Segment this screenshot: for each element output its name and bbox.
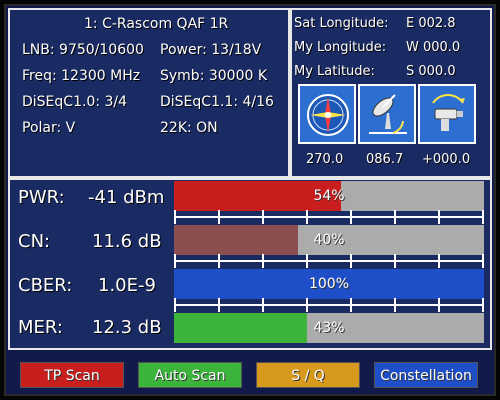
scale-tick xyxy=(306,298,308,312)
cber-value: 1.0E-9 xyxy=(98,275,156,296)
compass-icon xyxy=(298,84,356,144)
symbol-rate-info: Symb: 30000 K xyxy=(160,68,268,84)
scale-tick xyxy=(174,298,176,312)
frequency-info: Freq: 12300 MHz xyxy=(22,68,141,84)
mer-percent: 43% xyxy=(313,320,345,336)
cber-scale xyxy=(174,298,484,312)
diseqc10-info: DiSEqC1.0: 3/4 xyxy=(22,94,128,110)
mer-bar: 43% xyxy=(174,313,484,343)
my-latitude-value: S 000.0 xyxy=(406,64,456,79)
scale-tick xyxy=(306,210,308,224)
elevation-value: 086.7 xyxy=(366,152,404,167)
my-longitude-value: W 000.0 xyxy=(406,40,461,55)
pwr-percent: 54% xyxy=(313,188,345,204)
mer-label: MER: xyxy=(18,317,63,338)
scale-tick xyxy=(394,298,396,312)
scale-tick xyxy=(262,210,264,224)
scale-tick xyxy=(482,298,484,312)
scale-tick xyxy=(438,298,440,312)
pwr-scale xyxy=(174,210,484,224)
scale-tick xyxy=(394,210,396,224)
cn-bar: 40% xyxy=(174,225,484,255)
sat-longitude-label: Sat Longitude: xyxy=(294,16,389,31)
satellite-name: 1: C-Rascom QAF 1R xyxy=(84,16,229,32)
satellite-info-panel: 1: C-Rascom QAF 1R LNB: 9750/10600 Power… xyxy=(8,8,290,178)
scale-tick xyxy=(438,210,440,224)
scale-tick xyxy=(174,254,176,268)
scale-tick xyxy=(262,298,264,312)
tp-scan-button[interactable]: TP Scan xyxy=(20,362,124,388)
scale-tick xyxy=(482,210,484,224)
position-panel: Sat Longitude: E 002.8 My Longitude: W 0… xyxy=(290,8,492,178)
scale-tick xyxy=(262,254,264,268)
scale-tick xyxy=(438,254,440,268)
pwr-bar: 54% xyxy=(174,181,484,211)
my-longitude-label: My Longitude: xyxy=(294,40,387,55)
lnb-info: LNB: 9750/10600 xyxy=(22,42,144,58)
pwr-label: PWR: xyxy=(18,187,65,208)
scale-tick xyxy=(218,298,220,312)
cber-percent: 100% xyxy=(308,276,350,292)
scale-tick xyxy=(482,254,484,268)
cn-label: CN: xyxy=(18,231,51,252)
cn-scale xyxy=(174,254,484,268)
scale-tick xyxy=(350,210,352,224)
cber-bar: 100% xyxy=(174,269,484,299)
power-info: Power: 13/18V xyxy=(160,42,262,58)
cn-value: 11.6 dB xyxy=(92,231,162,252)
diseqc11-info: DiSEqC1.1: 4/16 xyxy=(160,94,274,110)
constellation-button[interactable]: Constellation xyxy=(374,362,478,388)
scale-tick xyxy=(218,254,220,268)
s-q-button[interactable]: S / Q xyxy=(256,362,360,388)
sat-longitude-value: E 002.8 xyxy=(406,16,456,31)
scale-tick xyxy=(174,210,176,224)
auto-scan-button[interactable]: Auto Scan xyxy=(138,362,242,388)
scale-tick xyxy=(394,254,396,268)
mer-value: 12.3 dB xyxy=(92,317,162,338)
polarization-info: Polar: V xyxy=(22,120,76,136)
tone-22k-info: 22K: ON xyxy=(160,120,218,136)
cber-label: CBER: xyxy=(18,275,73,296)
cn-percent: 40% xyxy=(313,232,345,248)
scale-tick xyxy=(350,298,352,312)
scale-tick xyxy=(218,210,220,224)
lnb-skew-icon xyxy=(418,84,476,144)
my-latitude-label: My Latitude: xyxy=(294,64,375,79)
scale-tick xyxy=(306,254,308,268)
scale-tick xyxy=(350,254,352,268)
pwr-value: -41 dBm xyxy=(88,187,165,208)
skew-value: +000.0 xyxy=(422,152,471,167)
dish-elevation-icon xyxy=(358,84,416,144)
compass-value: 270.0 xyxy=(306,152,344,167)
